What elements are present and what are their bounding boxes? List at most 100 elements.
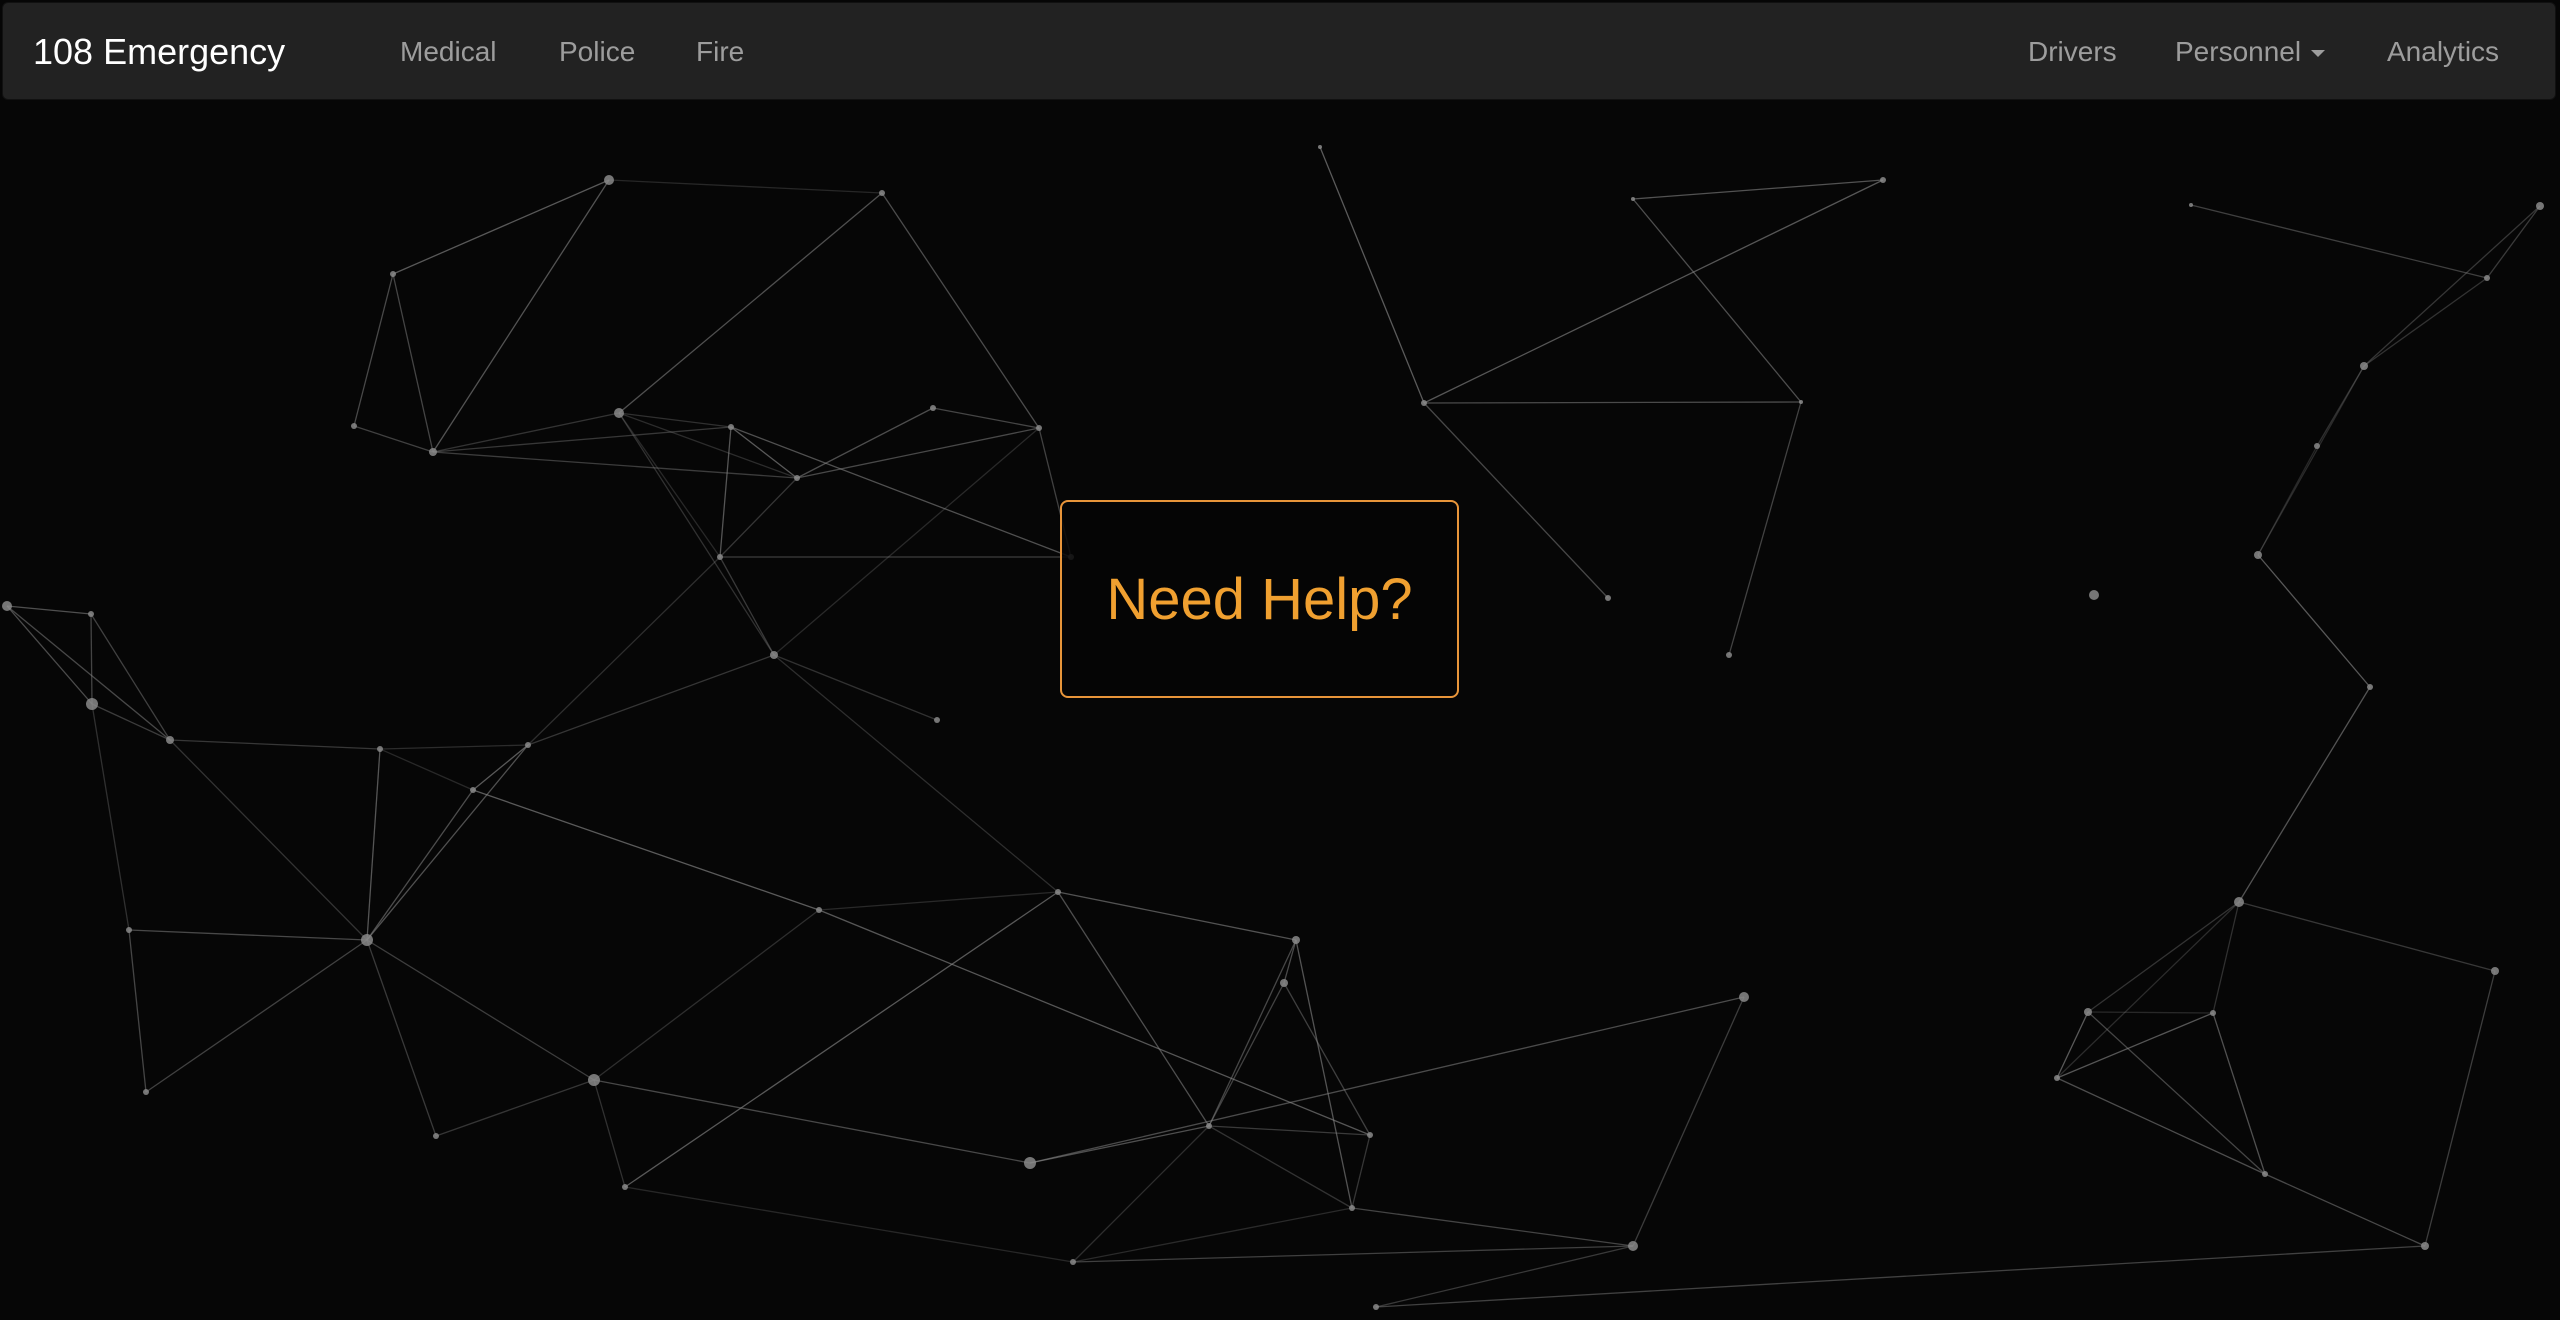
nav-link-fire[interactable]: Fire <box>696 3 744 101</box>
network-node <box>2254 551 2262 559</box>
network-node <box>2491 967 2499 975</box>
brand-logo-link[interactable]: 108 Emergency <box>33 3 285 101</box>
network-edge <box>90 613 93 705</box>
network-edge <box>2424 970 2496 1247</box>
network-node <box>2314 443 2320 449</box>
network-node <box>2210 1010 2216 1016</box>
network-node <box>604 175 614 185</box>
top-navbar: 108 Emergency Medical Police Fire Driver… <box>2 2 2556 100</box>
network-node <box>2484 275 2490 281</box>
network-node <box>361 934 373 946</box>
network-edge <box>1208 982 1285 1127</box>
network-edge <box>608 179 883 194</box>
network-edge <box>2056 1011 2089 1079</box>
network-edge <box>366 939 595 1081</box>
network-node <box>1036 425 1042 431</box>
network-edge <box>1632 179 1884 200</box>
network-edge <box>1319 146 1425 404</box>
network-node <box>930 405 936 411</box>
network-edge <box>1057 891 1210 1127</box>
network-edge <box>1072 1125 1210 1263</box>
network-edge <box>366 939 437 1137</box>
network-node <box>143 1089 149 1095</box>
network-node <box>2536 202 2544 210</box>
network-edge <box>472 789 820 911</box>
network-edge <box>2486 205 2541 279</box>
need-help-button[interactable]: Need Help? <box>1060 500 1459 698</box>
network-edge <box>1029 996 1745 1164</box>
network-edge <box>773 654 938 721</box>
network-edge <box>1351 1134 1371 1209</box>
network-node <box>1206 1123 1212 1129</box>
network-edge <box>2056 1077 2266 1175</box>
network-node <box>470 787 476 793</box>
network-edges <box>6 146 2541 1308</box>
nav-link-police[interactable]: Police <box>559 3 635 101</box>
network-node <box>2189 203 2193 207</box>
network-edge <box>618 412 798 479</box>
nav-link-analytics[interactable]: Analytics <box>2387 3 2499 101</box>
network-node <box>2084 1008 2092 1016</box>
network-edge <box>2087 1011 2214 1014</box>
network-node <box>1292 936 1300 944</box>
network-edge <box>91 703 130 931</box>
network-node <box>390 271 396 277</box>
network-edge <box>1351 1207 1634 1247</box>
network-edge <box>1057 891 1297 941</box>
network-edge <box>366 748 381 941</box>
network-node <box>622 1184 628 1190</box>
network-node <box>2 601 12 611</box>
network-node <box>525 742 531 748</box>
network-edge <box>366 789 474 941</box>
personnel-label: Personnel <box>2175 36 2302 67</box>
network-edge <box>593 909 820 1081</box>
network-node <box>433 1133 439 1139</box>
network-edge <box>730 426 798 479</box>
network-edge <box>1375 1245 1634 1308</box>
caret-down-icon <box>2311 50 2326 58</box>
network-node <box>1070 1259 1076 1265</box>
network-edge <box>432 412 620 453</box>
network-edge <box>2264 1173 2426 1247</box>
need-help-label: Need Help? <box>1106 566 1413 632</box>
network-edge <box>128 929 147 1093</box>
network-node <box>717 554 723 560</box>
network-node <box>1605 595 1611 601</box>
network-node <box>588 1074 600 1086</box>
network-edge <box>435 1079 595 1137</box>
network-node <box>429 448 437 456</box>
network-edge <box>618 412 775 656</box>
network-node <box>1799 400 1803 404</box>
network-edge <box>624 1186 1074 1263</box>
network-node <box>1024 1157 1036 1169</box>
network-edge <box>618 412 732 428</box>
network-node <box>2234 897 2244 907</box>
network-edge <box>2238 901 2496 972</box>
network-node <box>126 927 132 933</box>
network-edge <box>353 273 394 427</box>
network-node <box>1739 992 1749 1002</box>
network-edge <box>773 654 1059 893</box>
network-node <box>2367 684 2373 690</box>
network-edge <box>2056 1012 2214 1079</box>
network-node <box>88 611 94 617</box>
network-node <box>1055 889 1061 895</box>
network-edge <box>2087 901 2240 1013</box>
network-edge <box>618 192 883 414</box>
network-edge <box>932 407 1040 429</box>
nav-link-medical[interactable]: Medical <box>400 3 496 101</box>
network-node <box>1880 177 1886 183</box>
network-node <box>1628 1241 1638 1251</box>
network-edge <box>773 427 1040 656</box>
network-node <box>1349 1205 1355 1211</box>
network-node <box>377 746 383 752</box>
network-edge <box>2190 204 2488 279</box>
network-edge <box>527 556 721 746</box>
nav-dropdown-personnel[interactable]: Personnel <box>2175 3 2326 101</box>
network-edge <box>432 426 732 453</box>
network-node <box>1373 1304 1379 1310</box>
network-edge <box>2056 901 2240 1079</box>
network-edge <box>366 744 529 941</box>
nav-link-drivers[interactable]: Drivers <box>2028 3 2117 101</box>
network-edge <box>1632 198 1802 403</box>
